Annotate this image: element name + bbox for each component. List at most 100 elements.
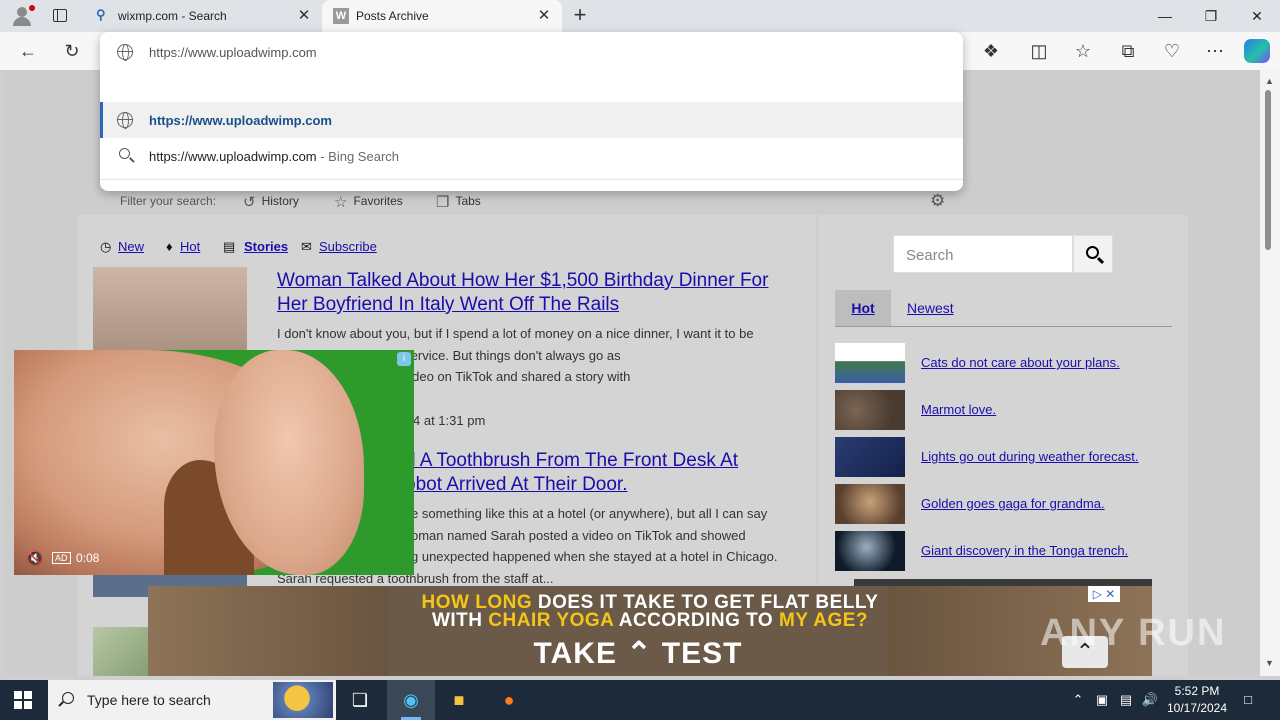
video-time: 0:08 — [76, 551, 100, 565]
sidebar-thumbnail[interactable] — [835, 437, 905, 477]
sidebar-link[interactable]: Golden goes gaga for grandma. — [921, 496, 1105, 511]
tab-title: wixmp.com - Search — [118, 9, 227, 23]
profile-icon[interactable] — [8, 4, 36, 28]
device-icon[interactable]: ▣ — [1092, 680, 1112, 720]
sidebar-item[interactable]: Golden goes gaga for grandma. — [835, 484, 1175, 524]
adchoices-icon[interactable]: i — [397, 352, 411, 366]
globe-icon — [117, 44, 133, 61]
tab-posts-archive[interactable]: W Posts Archive ✕ — [322, 0, 562, 32]
nav-stories[interactable]: Stories — [244, 239, 288, 254]
sidebar-link[interactable]: Giant discovery in the Tonga trench. — [921, 543, 1128, 558]
windows-start-icon[interactable] — [14, 691, 32, 709]
history-icon: ↺ — [243, 194, 256, 211]
newspaper-icon: ▤ — [223, 239, 236, 254]
suggestion-url[interactable]: https://www.uploadwimp.com — [100, 102, 963, 138]
banner-ad[interactable]: HOW LONG DOES IT TAKE TO GET FLAT BELLY … — [148, 586, 1152, 676]
tab-close-button[interactable]: ✕ — [534, 6, 554, 26]
gear-icon[interactable]: ⚙ — [930, 191, 945, 211]
page-scrollbar[interactable]: ▲ ▼ — [1260, 70, 1280, 676]
filter-label: Filter your search: — [120, 194, 217, 208]
minimize-button[interactable]: — — [1142, 0, 1188, 32]
taskbar-search-input[interactable]: Type here to search — [48, 680, 336, 720]
copilot-icon[interactable] — [1244, 39, 1270, 63]
floating-video-ad[interactable]: i 🔇 AD 0:08 — [14, 350, 414, 575]
favorites-star-icon[interactable]: ☆ — [1070, 38, 1096, 64]
firefox-icon[interactable]: ● — [485, 680, 533, 720]
ad-badge: AD — [52, 552, 71, 564]
browser-essentials-icon[interactable]: ♡ — [1159, 38, 1185, 64]
task-view-icon[interactable]: ❏ — [336, 680, 384, 720]
refresh-icon[interactable]: ↻ — [59, 38, 85, 64]
tab-search[interactable]: ⚲ wixmp.com - Search ✕ — [84, 0, 322, 32]
split-screen-icon[interactable]: ◫ — [1026, 38, 1052, 64]
scroll-up-icon[interactable]: ▲ — [1265, 76, 1274, 86]
edge-browser-icon[interactable]: ◉ — [387, 680, 435, 720]
scrollbar-thumb[interactable] — [1265, 90, 1271, 250]
tab-strip: ⚲ wixmp.com - Search ✕ W Posts Archive ✕… — [0, 0, 1280, 32]
sidebar-search-input[interactable]: Search — [893, 235, 1073, 273]
sidebar-link[interactable]: Lights go out during weather forecast. — [921, 449, 1139, 464]
nav-hot[interactable]: Hot — [180, 239, 200, 254]
clock-icon: ◷ — [100, 239, 112, 254]
sidebar-thumbnail[interactable] — [835, 484, 905, 524]
maximize-button[interactable]: ❐ — [1188, 0, 1234, 32]
tab-hot[interactable]: Hot — [835, 290, 891, 326]
story-title[interactable]: d A Toothbrush From The Front Desk At ob… — [405, 449, 805, 497]
sidebar-thumbnail[interactable] — [835, 390, 905, 430]
suggestion-url-label: https://www.uploadwimp.com — [149, 113, 332, 128]
volume-icon[interactable]: 🔊 — [1140, 680, 1160, 720]
watermark: ANY RUN — [1040, 612, 1227, 654]
tab-newest[interactable]: Newest — [907, 300, 954, 316]
tray-chevron-icon[interactable]: ⌃ — [1068, 680, 1088, 720]
collections-icon[interactable]: ⧉ — [1115, 38, 1141, 64]
mute-icon[interactable]: 🔇 — [26, 550, 43, 567]
story-title[interactable]: Woman Talked About How Her $1,500 Birthd… — [277, 269, 797, 317]
sidebar-tabs: Hot Newest — [835, 290, 1172, 327]
nav-subscribe[interactable]: Subscribe — [319, 239, 377, 254]
banner-headline-2: WITH CHAIR YOGA ACCORDING TO MY AGE? — [431, 610, 869, 631]
sidebar-thumbnail[interactable] — [835, 343, 905, 383]
search-icon: ⚲ — [96, 7, 106, 22]
sidebar-link[interactable]: Marmot love. — [921, 402, 996, 417]
sidebar-item[interactable]: Giant discovery in the Tonga trench. — [835, 531, 1175, 571]
address-input[interactable]: https://www.uploadwimp.com — [100, 34, 963, 70]
extensions-icon[interactable]: ❖ — [978, 38, 1004, 64]
sidebar-thumbnail[interactable] — [835, 531, 905, 571]
filter-tabs[interactable]: ❐ Tabs — [436, 193, 481, 211]
suggestion-search-query: https://www.uploadwimp.com — [149, 149, 317, 164]
network-icon[interactable]: ▤ — [1116, 680, 1136, 720]
search-filter-bar: Filter your search: ↺ History ☆ Favorites … — [100, 180, 963, 222]
settings-more-icon[interactable]: ⋯ — [1202, 38, 1228, 64]
taskbar: Type here to search ❏ ◉ ■ ● ⌃ ▣ ▤ 🔊 5:52… — [0, 680, 1280, 720]
tab-close-button[interactable]: ✕ — [294, 6, 314, 26]
back-icon[interactable]: ← — [15, 38, 41, 64]
sidebar-item[interactable]: Cats do not care about your plans. — [835, 343, 1175, 383]
filter-favorites[interactable]: ☆ Favorites — [334, 193, 403, 211]
tab-actions-icon[interactable] — [48, 6, 72, 26]
chevron-up-icon: ⌃ — [626, 637, 653, 670]
close-window-button[interactable]: ✕ — [1234, 0, 1280, 32]
star-icon: ☆ — [334, 194, 348, 211]
ad-close-icon[interactable]: ▷ ✕ — [1088, 586, 1120, 602]
file-explorer-icon[interactable]: ■ — [435, 680, 483, 720]
sidebar-item[interactable]: Marmot love. — [835, 390, 1175, 430]
scroll-down-icon[interactable]: ▼ — [1265, 658, 1274, 668]
search-icon — [62, 692, 74, 704]
new-tab-button[interactable]: + — [568, 4, 592, 28]
sidebar-item[interactable]: Lights go out during weather forecast. — [835, 437, 1175, 477]
story-thumbnail[interactable] — [93, 267, 247, 357]
search-button[interactable] — [1073, 235, 1113, 273]
fire-icon: ♦ — [166, 239, 173, 254]
search-highlight-image — [273, 682, 333, 718]
filter-history[interactable]: ↺ History — [243, 193, 299, 211]
banner-cta[interactable]: TAKE ⌃ TEST — [508, 636, 768, 671]
suggestion-search[interactable]: https://www.uploadwimp.com - Bing Search — [100, 138, 963, 174]
story-thumbnail[interactable] — [93, 627, 151, 676]
story-date: 4 at 1:31 pm — [413, 413, 486, 428]
search-icon — [119, 148, 130, 159]
notification-icon[interactable]: □ — [1236, 680, 1260, 720]
globe-icon — [117, 112, 133, 129]
nav-new[interactable]: New — [118, 239, 144, 254]
taskbar-clock[interactable]: 5:52 PM 10/17/2024 — [1160, 683, 1234, 717]
sidebar-link[interactable]: Cats do not care about your plans. — [921, 355, 1120, 370]
